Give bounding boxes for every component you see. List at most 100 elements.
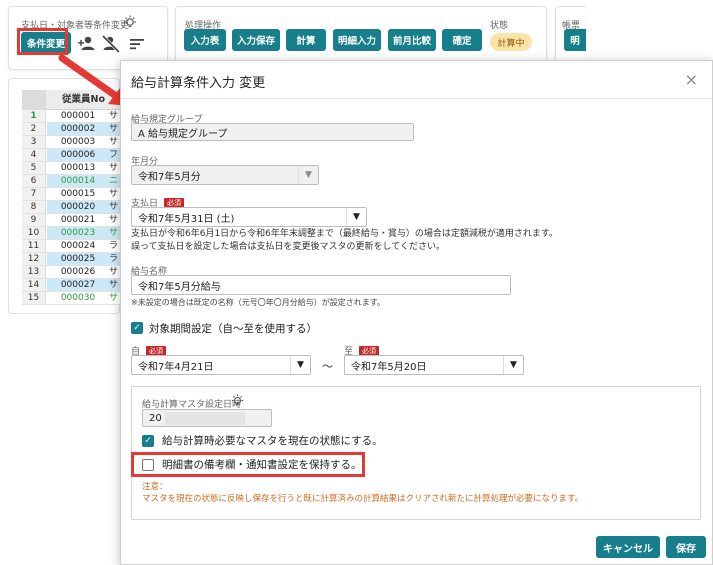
row-number: 13 bbox=[22, 266, 46, 278]
employee-no-cell[interactable]: 000030 bbox=[47, 292, 109, 304]
range-tilde: ～ bbox=[322, 360, 333, 373]
employee-name-cell[interactable]: フ bbox=[109, 149, 120, 161]
employee-no-cell[interactable]: 000021 bbox=[47, 214, 109, 226]
employee-name-cell[interactable]: サ bbox=[109, 162, 120, 174]
employee-name-cell[interactable]: サ bbox=[109, 123, 120, 135]
employee-name-cell[interactable]: サ bbox=[109, 188, 120, 200]
to-date-value: 令和7年5月20日 bbox=[351, 361, 427, 373]
employee-no-cell[interactable]: 000024 bbox=[47, 240, 109, 252]
pay-date-select[interactable]: 令和7年5月31日 (土) ▼ bbox=[131, 207, 367, 227]
chevron-down-icon[interactable]: ▼ bbox=[346, 208, 366, 226]
row-number: 4 bbox=[22, 149, 46, 161]
table-row[interactable]: 12 000025 ラ bbox=[22, 253, 120, 266]
period-setting-checkbox[interactable]: ✓ bbox=[131, 322, 143, 334]
year-month-select[interactable]: 令和7年5月分 ▼ bbox=[131, 165, 319, 185]
employee-name-cell[interactable]: サ bbox=[109, 214, 120, 226]
employee-no-cell[interactable]: 000023 bbox=[47, 227, 109, 239]
confirm-button[interactable]: 確定 bbox=[442, 29, 482, 51]
remove-person-icon[interactable] bbox=[101, 34, 121, 54]
table-row[interactable]: 14 000027 サ bbox=[22, 279, 120, 292]
condition-change-highlight bbox=[17, 28, 68, 55]
table-row[interactable]: 2 000002 サ bbox=[22, 123, 120, 136]
master-datetime-field: 20 bbox=[142, 409, 272, 427]
pay-date-note-1: 支払日が令和6年6月1日から令和6年年末調整まで（最終給与・賞与）の場合は定額減… bbox=[131, 229, 559, 239]
table-row[interactable]: 3 000003 サ bbox=[22, 136, 120, 149]
table-row[interactable]: 15 000030 サ bbox=[22, 292, 120, 305]
salary-name-note: ※未設定の場合は既定の名称（元号〇年〇月分給与）が設定されます。 bbox=[131, 298, 385, 307]
input-save-button[interactable]: 入力保存 bbox=[232, 29, 280, 51]
table-row[interactable]: 9 000021 サ bbox=[22, 214, 120, 227]
previous-month-compare-button[interactable]: 前月比較 bbox=[388, 29, 436, 51]
pay-date-value: 令和7年5月31日 (土) bbox=[138, 213, 235, 225]
dialog-title: 給与計算条件入力 変更 bbox=[131, 76, 266, 91]
keep-remarks-highlight bbox=[131, 452, 365, 477]
chevron-down-icon[interactable]: ▼ bbox=[503, 356, 523, 374]
employee-name-cell[interactable]: サ bbox=[109, 227, 120, 239]
table-row[interactable]: 5 000013 サ bbox=[22, 162, 120, 175]
employee-name-cell[interactable]: ラ bbox=[109, 253, 120, 265]
status-label: 状態 bbox=[490, 21, 509, 31]
status-badge: 計算中 bbox=[490, 33, 532, 51]
use-current-master-checkbox[interactable]: ✓ bbox=[142, 435, 154, 447]
employee-grid-body: 1 000001 サ 2 000002 サ 3 000003 サ 4 000006 フ 5 000013 サ… bbox=[22, 110, 120, 305]
dialog-header: 給与計算条件入力 変更 × bbox=[121, 61, 712, 99]
lightbulb-icon bbox=[124, 15, 136, 28]
caution-title: 注意： bbox=[142, 482, 168, 492]
period-setting-label[interactable]: 対象期間設定（自～至を使用する） bbox=[149, 321, 317, 336]
row-number: 9 bbox=[22, 214, 46, 226]
employee-no-cell[interactable]: 000014 bbox=[47, 175, 109, 187]
employee-no-cell[interactable]: 000027 bbox=[47, 279, 109, 291]
table-row[interactable]: 4 000006 フ bbox=[22, 149, 120, 162]
detail-input-button[interactable]: 明細入力 bbox=[333, 29, 381, 51]
caution-text: マスタを現在の状態に反映し保存を行うと既に計算済みの計算結果はクリアされ新たに計… bbox=[142, 494, 584, 504]
salary-group-value: A 給与規定グループ bbox=[138, 128, 228, 140]
employee-no-cell[interactable]: 000003 bbox=[47, 136, 109, 148]
employee-no-cell[interactable]: 000002 bbox=[47, 123, 109, 135]
chevron-down-icon[interactable]: ▼ bbox=[290, 356, 310, 374]
table-row[interactable]: 10 000023 サ bbox=[22, 227, 120, 240]
chevron-down-icon[interactable]: ▼ bbox=[298, 166, 318, 184]
employee-grid: 従業員No 1 000001 サ 2 000002 サ 3 000003 サ 4 000006 フ 5 0… bbox=[22, 90, 120, 305]
salary-name-input[interactable]: 令和7年5月分給与 bbox=[131, 275, 511, 295]
table-row[interactable]: 6 000014 ニ bbox=[22, 175, 120, 188]
employee-name-cell[interactable]: ラ bbox=[109, 240, 120, 252]
forms-button[interactable]: 明 bbox=[564, 29, 586, 51]
lightbulb-icon bbox=[231, 394, 244, 406]
use-current-master-label[interactable]: 給与計算時必要なマスタを現在の状態にする。 bbox=[162, 433, 383, 448]
employee-name-cell[interactable]: サ bbox=[109, 279, 120, 291]
year-month-value: 令和7年5月分 bbox=[138, 171, 201, 183]
employee-no-cell[interactable]: 000015 bbox=[47, 188, 109, 200]
row-number: 15 bbox=[22, 292, 46, 304]
row-number: 8 bbox=[22, 201, 46, 213]
from-date-value: 令和7年4月21日 bbox=[138, 361, 214, 373]
employee-no-cell[interactable]: 000006 bbox=[47, 149, 109, 161]
table-row[interactable]: 7 000015 サ bbox=[22, 188, 120, 201]
row-number: 7 bbox=[22, 188, 46, 200]
input-table-button[interactable]: 入力表 bbox=[184, 29, 226, 51]
row-number: 3 bbox=[22, 136, 46, 148]
employee-no-cell[interactable]: 000020 bbox=[47, 201, 109, 213]
employee-name-cell[interactable]: サ bbox=[109, 266, 120, 278]
cancel-button[interactable]: キャンセル bbox=[596, 536, 660, 558]
row-number: 14 bbox=[22, 279, 46, 291]
employee-no-cell[interactable]: 000026 bbox=[47, 266, 109, 278]
close-icon[interactable]: × bbox=[685, 70, 698, 89]
to-date-select[interactable]: 令和7年5月20日 ▼ bbox=[344, 355, 524, 375]
employee-name-cell[interactable]: サ bbox=[109, 292, 120, 304]
employee-no-cell[interactable]: 000025 bbox=[47, 253, 109, 265]
employee-name-cell[interactable]: ニ bbox=[109, 175, 120, 187]
sort-icon[interactable] bbox=[127, 34, 147, 54]
row-number: 12 bbox=[22, 253, 46, 265]
salary-calc-condition-dialog: 給与計算条件入力 変更 × 給与規定グループ A 給与規定グループ 年月分 令和… bbox=[120, 60, 713, 565]
table-row[interactable]: 8 000020 サ bbox=[22, 201, 120, 214]
pay-date-note-2: 誤って支払日を設定した場合は支払日を変更後マスタの更新をしてください。 bbox=[131, 242, 446, 252]
employee-name-cell[interactable]: サ bbox=[109, 136, 120, 148]
employee-no-cell[interactable]: 000013 bbox=[47, 162, 109, 174]
from-date-select[interactable]: 令和7年4月21日 ▼ bbox=[131, 355, 311, 375]
save-button[interactable]: 保存 bbox=[666, 536, 706, 558]
table-row[interactable]: 13 000026 サ bbox=[22, 266, 120, 279]
table-row[interactable]: 11 000024 ラ bbox=[22, 240, 120, 253]
add-person-icon[interactable] bbox=[77, 34, 97, 54]
employee-name-cell[interactable]: サ bbox=[109, 201, 120, 213]
calculate-button[interactable]: 計算 bbox=[286, 29, 326, 51]
